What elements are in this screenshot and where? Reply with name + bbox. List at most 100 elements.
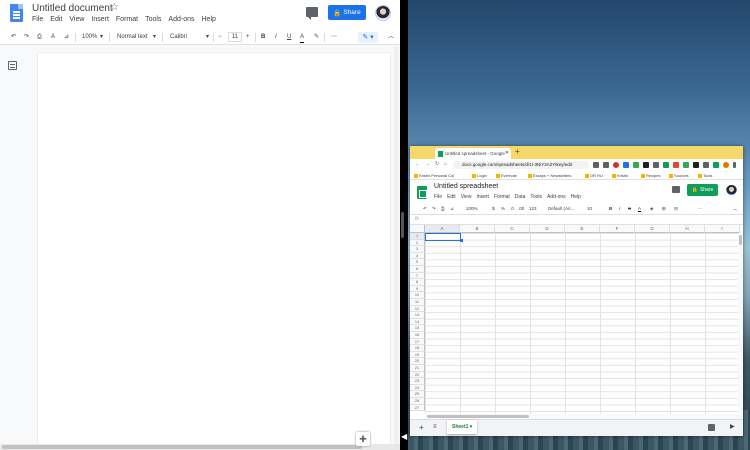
bookmark-item[interactable]: Kristin Personal Col: [414, 173, 454, 178]
spellcheck-icon[interactable]: A: [51, 33, 55, 42]
extension-icon[interactable]: [703, 162, 709, 168]
fill-color-icon[interactable]: ◈: [650, 206, 653, 212]
menu-edit[interactable]: Edit: [50, 16, 62, 23]
extension-icon[interactable]: [673, 162, 679, 168]
docs-logo-icon[interactable]: [10, 4, 23, 22]
spreadsheet-grid[interactable]: ABCDEFGHI 1 2 3 4 5 6 7 8 9 10 11 12 13 14 15 16 17 18 19 2…: [410, 225, 743, 414]
document-outline-icon[interactable]: [8, 61, 17, 70]
row-header[interactable]: 13: [410, 312, 425, 319]
menu-tools[interactable]: Tools: [530, 194, 542, 200]
divider-handle[interactable]: [401, 212, 404, 238]
redo-icon[interactable]: ↷: [432, 206, 436, 212]
bold-button[interactable]: B: [261, 33, 265, 42]
bookmark-item[interactable]: Recipes: [641, 173, 660, 178]
undo-icon[interactable]: ↶: [423, 206, 427, 212]
menu-file[interactable]: File: [434, 194, 442, 200]
print-icon[interactable]: ⎙: [37, 33, 42, 42]
row-header[interactable]: 21: [410, 365, 425, 372]
menu-addons[interactable]: Add-ons: [547, 194, 566, 200]
decrease-decimal-button[interactable]: .0: [510, 206, 514, 211]
undo-icon[interactable]: ↶: [11, 33, 16, 42]
row-header[interactable]: 19: [410, 351, 425, 359]
share-button[interactable]: 🔒 Share: [687, 184, 718, 196]
collapse-menu-icon[interactable]: ︿: [388, 33, 394, 42]
row-header[interactable]: 9: [410, 285, 425, 293]
horizontal-scrollbar[interactable]: [0, 444, 400, 450]
column-header[interactable]: F: [600, 225, 635, 233]
grid-vertical-scrollbar[interactable]: [738, 233, 743, 414]
address-bar[interactable]: docs.google.com/spreadsheets/d/1I-3NiY3A…: [453, 161, 589, 169]
sheets-logo-icon[interactable]: [417, 186, 427, 199]
row-header[interactable]: 2: [410, 239, 425, 247]
editing-mode-button[interactable]: ✎ ▾: [358, 32, 378, 43]
comment-history-icon[interactable]: [672, 186, 680, 193]
zoom-select[interactable]: 100%: [82, 33, 97, 42]
row-header[interactable]: 24: [410, 384, 425, 392]
account-avatar[interactable]: [726, 185, 737, 196]
extension-icon[interactable]: [633, 162, 639, 168]
row-header[interactable]: 12: [410, 305, 425, 313]
font-size-select[interactable]: 10: [587, 206, 592, 211]
menu-data[interactable]: Data: [515, 194, 526, 200]
explore-icon[interactable]: ✚: [356, 432, 370, 446]
redo-icon[interactable]: ↷: [24, 33, 29, 42]
row-header[interactable]: 14: [410, 318, 425, 326]
percent-button[interactable]: %: [501, 206, 505, 211]
column-header[interactable]: B: [460, 225, 495, 233]
menu-help[interactable]: Help: [202, 16, 216, 23]
bookmark-item[interactable]: Kristin: [612, 173, 628, 178]
column-header[interactable]: H: [670, 225, 705, 233]
home-icon[interactable]: ⌂: [444, 161, 447, 167]
share-button[interactable]: 🔒 Share: [328, 5, 366, 20]
row-header[interactable]: 26: [410, 398, 425, 405]
tab-spreadsheet[interactable]: Untitled spreadsheet - Google ✕: [435, 148, 511, 159]
extension-icon[interactable]: [653, 162, 659, 168]
menu-view[interactable]: View: [461, 194, 472, 200]
document-page[interactable]: [38, 53, 390, 450]
row-header[interactable]: 6: [410, 266, 425, 273]
select-all-corner[interactable]: [410, 225, 425, 233]
column-header[interactable]: E: [565, 225, 600, 233]
account-avatar[interactable]: [375, 5, 391, 21]
star-icon[interactable]: ☆: [110, 2, 119, 13]
row-header[interactable]: 17: [410, 338, 425, 346]
explore-icon[interactable]: [708, 424, 715, 431]
menu-edit[interactable]: Edit: [447, 194, 456, 200]
row-header[interactable]: 8: [410, 279, 425, 286]
menu-insert[interactable]: Insert: [476, 194, 489, 200]
column-header[interactable]: I: [705, 225, 740, 233]
back-icon[interactable]: ←: [415, 161, 420, 167]
font-select[interactable]: Default (Ari...: [548, 206, 574, 211]
row-header[interactable]: 27: [410, 404, 425, 412]
borders-icon[interactable]: ⊞: [662, 206, 666, 212]
text-color-button[interactable]: A: [300, 33, 305, 43]
currency-button[interactable]: $: [492, 206, 495, 211]
row-header[interactable]: 22: [410, 371, 425, 379]
add-sheet-button[interactable]: +: [419, 423, 424, 432]
increase-font-size-button[interactable]: +: [246, 33, 250, 42]
bookmark-item[interactable]: Tools: [698, 173, 712, 178]
row-header[interactable]: 5: [410, 259, 425, 266]
side-panel-toggle-icon[interactable]: ▶: [730, 423, 735, 430]
column-header[interactable]: D: [530, 225, 565, 233]
extension-icon[interactable]: [613, 162, 619, 168]
paint-format-icon[interactable]: ⊿: [450, 206, 454, 212]
row-header[interactable]: 1: [410, 233, 425, 240]
new-tab-button[interactable]: +: [515, 147, 520, 156]
extension-icon[interactable]: [623, 162, 629, 168]
vertical-scrollbar[interactable]: [394, 46, 399, 450]
italic-button[interactable]: I: [619, 206, 620, 211]
menu-help[interactable]: Help: [571, 194, 581, 200]
menu-insert[interactable]: Insert: [91, 16, 109, 23]
menu-file[interactable]: File: [32, 16, 43, 23]
bookmark-item[interactable]: Evernote: [496, 173, 517, 178]
row-header[interactable]: 3: [410, 246, 425, 253]
print-icon[interactable]: ⎙: [441, 206, 445, 211]
menu-tools[interactable]: Tools: [145, 16, 161, 23]
extension-icon[interactable]: [683, 162, 689, 168]
bookmark-item[interactable]: OR RU: [585, 173, 603, 178]
italic-button[interactable]: I: [275, 33, 277, 42]
row-header[interactable]: 23: [410, 378, 425, 385]
text-color-button[interactable]: A: [638, 206, 642, 212]
comment-history-icon[interactable]: [306, 7, 318, 20]
